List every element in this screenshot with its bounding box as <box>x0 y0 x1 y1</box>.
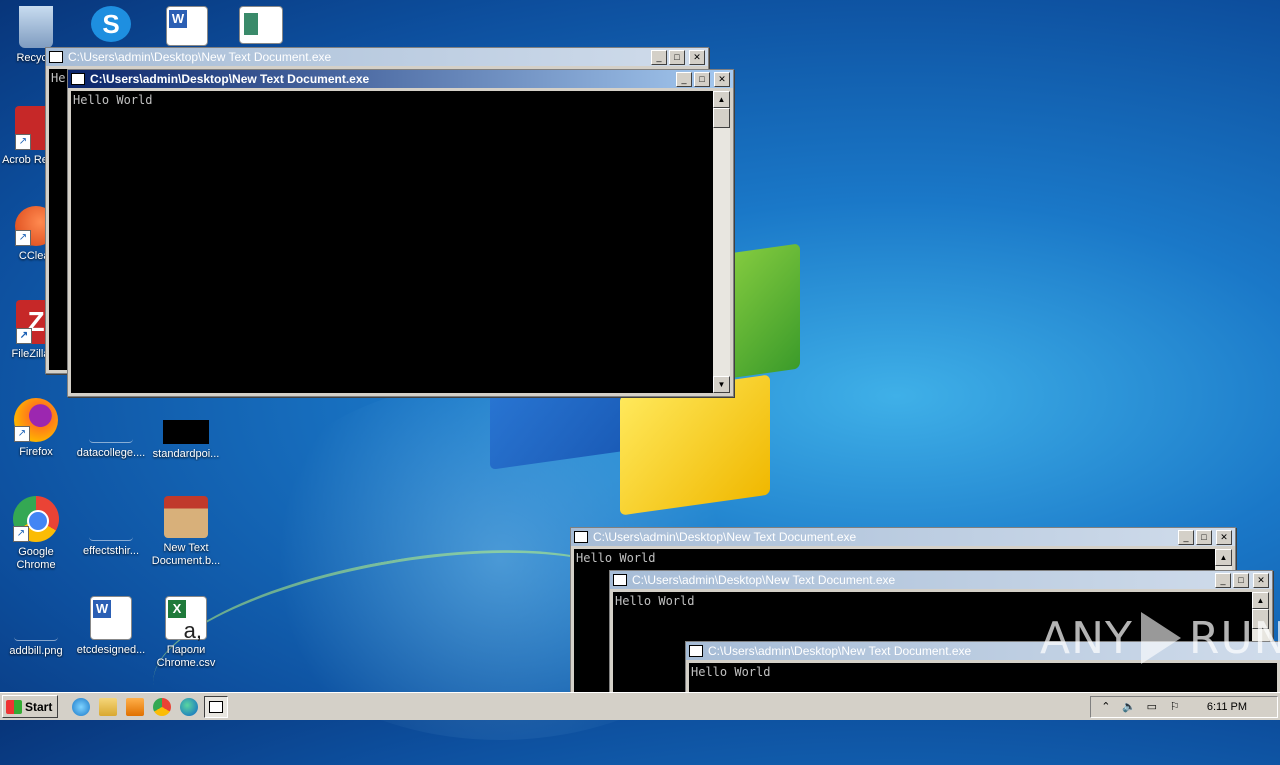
scroll-down-button[interactable]: ▼ <box>713 376 730 393</box>
edge-icon[interactable] <box>180 697 199 716</box>
word-document-icon: W <box>166 6 208 46</box>
ie-icon[interactable] <box>72 697 91 716</box>
clock[interactable]: 6:11 PM <box>1207 701 1247 713</box>
word-document-icon: W <box>90 596 132 640</box>
excel-csv-icon: X a, <box>165 596 207 642</box>
anyrun-watermark: ANY RUN <box>1040 612 1280 664</box>
blank-file-icon <box>89 496 133 541</box>
maximize-button[interactable]: □ <box>669 49 685 65</box>
blank-file-icon <box>89 398 133 443</box>
close-button[interactable]: ✕ <box>714 71 730 87</box>
maximize-button[interactable]: □ <box>694 71 710 87</box>
desktop-icon-app[interactable] <box>226 6 296 48</box>
maximize-button[interactable]: □ <box>1233 572 1249 588</box>
desktop-icon-new-text-document-archive[interactable]: New Text Document.b... <box>151 496 221 568</box>
explorer-icon[interactable] <box>99 697 118 716</box>
desktop-icon-firefox[interactable]: ↗ Firefox <box>1 398 71 459</box>
console-app-icon <box>49 51 63 63</box>
blank-image-icon <box>14 596 58 641</box>
console-window-active[interactable]: C:\Users\admin\Desktop\New Text Document… <box>67 69 734 397</box>
title-bar[interactable]: C:\Users\admin\Desktop\New Text Document… <box>571 528 1235 546</box>
console-output: Hello World <box>73 93 153 107</box>
console-app-icon <box>613 574 627 586</box>
console-output: He <box>51 71 66 85</box>
desktop-icon-standardpoi[interactable]: standardpoi... <box>151 398 221 461</box>
close-button[interactable]: ✕ <box>1216 529 1232 545</box>
close-button[interactable]: ✕ <box>1253 572 1269 588</box>
desktop-icon-google-chrome[interactable]: ↗ Google Chrome <box>1 496 71 572</box>
scroll-thumb[interactable] <box>713 108 730 128</box>
network-icon[interactable]: ▭ <box>1145 700 1159 714</box>
show-hidden-icons-icon[interactable]: ⌃ <box>1099 700 1113 714</box>
close-button[interactable]: ✕ <box>689 49 705 65</box>
title-bar[interactable]: C:\Users\admin\Desktop\New Text Document… <box>610 571 1272 589</box>
console-app-icon <box>574 531 588 543</box>
skype-icon: S <box>91 6 131 42</box>
media-player-icon[interactable] <box>126 697 145 716</box>
console-output-area[interactable]: Hello World ▲ ▼ <box>71 91 730 393</box>
scroll-up-button[interactable]: ▲ <box>1215 549 1232 566</box>
scroll-up-button[interactable]: ▲ <box>713 91 730 108</box>
taskbar: Start ⌃ 🔈 ▭ ⚐ 6:11 PM <box>0 692 1280 720</box>
desktop-icon-addbill[interactable]: addbill.png <box>1 596 71 658</box>
desktop-icon-skype[interactable]: S <box>76 6 146 46</box>
desktop-icon-etcdesigned[interactable]: W etcdesigned... <box>76 596 146 657</box>
scroll-up-button[interactable]: ▲ <box>1252 592 1269 609</box>
quick-launch <box>72 697 199 716</box>
title-bar[interactable]: C:\Users\admin\Desktop\New Text Document… <box>68 70 733 88</box>
volume-icon[interactable]: 🔈 <box>1122 700 1136 714</box>
desktop-icon-effectsthir[interactable]: effectsthir... <box>76 496 146 558</box>
chrome-icon[interactable] <box>153 697 172 716</box>
console-output: Hello World <box>576 551 656 565</box>
chrome-icon: ↗ <box>13 496 59 542</box>
desktop-icon-word-doc[interactable]: W <box>152 6 222 50</box>
console-output: Hello World <box>615 594 695 608</box>
start-button[interactable]: Start <box>2 695 59 718</box>
maximize-button[interactable]: □ <box>1196 529 1212 545</box>
archive-icon <box>164 496 208 538</box>
minimize-button[interactable]: _ <box>1178 529 1194 545</box>
windows-logo-icon <box>6 699 22 714</box>
console-output: Hello World <box>691 665 771 679</box>
desktop-icon-passwords-csv[interactable]: X a, Пароли Chrome.csv <box>151 596 221 670</box>
minimize-button[interactable]: _ <box>676 71 692 87</box>
action-center-flag-icon[interactable]: ⚐ <box>1168 700 1182 714</box>
console-app-icon <box>71 73 85 85</box>
play-logo-icon <box>1140 612 1181 664</box>
console-app-icon <box>689 645 703 657</box>
recycle-bin-icon <box>19 6 53 48</box>
minimize-button[interactable]: _ <box>1215 572 1231 588</box>
desktop-icon-datacollege[interactable]: datacollege.... <box>76 398 146 460</box>
firefox-icon: ↗ <box>14 398 58 442</box>
vertical-scrollbar[interactable]: ▲ ▼ <box>713 91 730 393</box>
console-app-icon <box>209 700 224 713</box>
title-bar[interactable]: C:\Users\admin\Desktop\New Text Document… <box>46 48 708 66</box>
system-tray: ⌃ 🔈 ▭ ⚐ 6:11 PM <box>1089 696 1278 718</box>
window-app-icon <box>239 6 283 44</box>
taskbar-console-button[interactable] <box>204 695 229 718</box>
black-image-icon <box>163 420 209 444</box>
minimize-button[interactable]: _ <box>651 49 667 65</box>
